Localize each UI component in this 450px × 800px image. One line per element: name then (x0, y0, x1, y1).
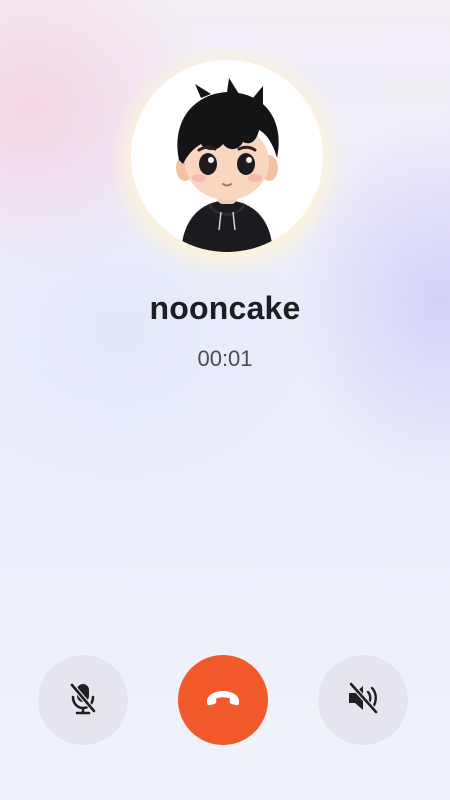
contact-avatar (131, 60, 323, 252)
hang-up-button[interactable] (178, 655, 268, 745)
contact-name: nooncake (149, 290, 301, 326)
avatar-illustration (176, 78, 279, 252)
speaker-button[interactable] (318, 655, 408, 745)
call-duration: 00:01 (197, 346, 253, 371)
mute-button[interactable] (38, 655, 128, 745)
speaker-off-icon (343, 678, 383, 723)
microphone-off-icon (63, 678, 103, 723)
phone-hangup-icon (201, 676, 245, 725)
